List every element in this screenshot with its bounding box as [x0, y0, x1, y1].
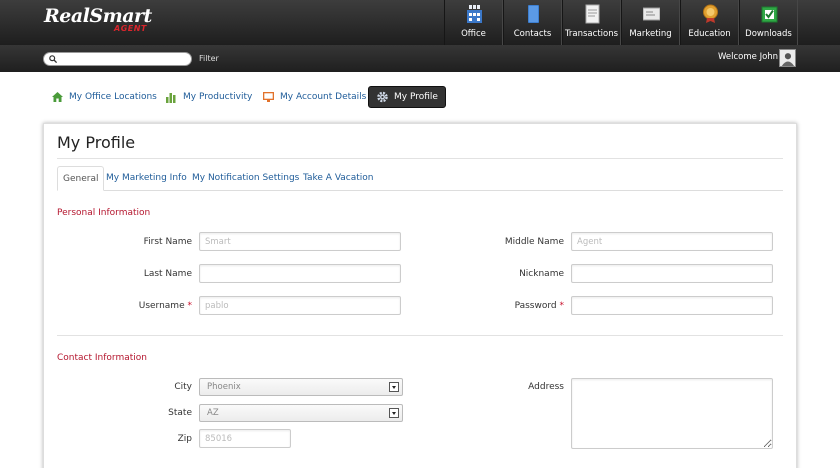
state-select-value: AZ — [207, 408, 219, 418]
search-bar: Filter Welcome John — [0, 45, 840, 72]
subnav-office-locations[interactable]: My Office Locations — [51, 86, 157, 108]
monitor-icon — [263, 92, 274, 102]
nickname-label: Nickname — [519, 269, 564, 279]
house-icon — [52, 92, 63, 102]
city-label: City — [174, 382, 192, 392]
zip-field[interactable] — [199, 429, 291, 448]
chevron-down-icon — [389, 408, 399, 418]
profile-tabs: General My Marketing Info My Notificatio… — [57, 166, 783, 191]
subnav-account-details-label: My Account Details — [280, 92, 367, 102]
state-label: State — [168, 408, 192, 418]
main-nav: Office Contacts Transactions Marketing E… — [444, 0, 798, 45]
state-select[interactable]: AZ — [199, 404, 403, 422]
username-field[interactable] — [199, 296, 401, 315]
first-name-label: First Name — [143, 237, 192, 247]
title-divider — [57, 158, 783, 159]
nav-education[interactable]: Education — [680, 0, 739, 45]
tab-take-a-vacation[interactable]: Take A Vacation — [303, 166, 374, 191]
subnav-my-profile-label: My Profile — [394, 92, 438, 102]
password-field[interactable] — [571, 296, 773, 315]
logo-text: RealSmart — [44, 5, 152, 27]
search-icon — [49, 55, 57, 63]
address-label: Address — [528, 382, 564, 392]
required-marker: * — [559, 301, 565, 311]
subnav-productivity-label: My Productivity — [183, 92, 253, 102]
app-logo[interactable]: RealSmart AGENT — [44, 5, 152, 33]
nav-transactions[interactable]: Transactions — [562, 0, 621, 45]
nickname-field[interactable] — [571, 264, 773, 283]
profile-card: My Profile General My Marketing Info My … — [43, 123, 797, 468]
city-select[interactable]: Phoenix — [199, 378, 403, 396]
last-name-label: Last Name — [143, 269, 192, 279]
subnav-account-details[interactable]: My Account Details — [262, 86, 366, 108]
subnav-productivity[interactable]: My Productivity — [165, 86, 252, 108]
middle-name-label: Middle Name — [504, 237, 564, 247]
downloads-icon — [761, 6, 778, 23]
nav-contacts[interactable]: Contacts — [503, 0, 562, 45]
page-title: My Profile — [57, 133, 136, 152]
nav-education-label: Education — [688, 29, 731, 39]
subnav-my-profile[interactable]: My Profile — [368, 86, 446, 108]
chevron-down-icon — [389, 382, 399, 392]
tab-notification-settings[interactable]: My Notification Settings — [192, 166, 299, 191]
marketing-icon — [643, 7, 660, 21]
welcome-text: Welcome John — [718, 52, 779, 62]
office-icon — [467, 5, 482, 23]
nav-office[interactable]: Office — [444, 0, 503, 45]
subnav-office-locations-label: My Office Locations — [69, 92, 157, 102]
contacts-icon — [528, 5, 539, 23]
nav-marketing-label: Marketing — [629, 29, 672, 39]
search-input[interactable] — [43, 52, 192, 66]
nav-downloads-label: Downloads — [745, 29, 792, 39]
section-divider — [57, 335, 783, 336]
username-label: Username * — [138, 301, 193, 311]
contact-information-heading: Contact Information — [57, 353, 147, 363]
address-field[interactable] — [571, 378, 773, 449]
gear-icon — [377, 91, 388, 103]
first-name-field[interactable] — [199, 232, 401, 251]
required-marker: * — [187, 301, 193, 311]
bar-chart-icon — [166, 93, 176, 103]
logo-subtext: AGENT — [114, 24, 147, 33]
nav-office-label: Office — [461, 29, 486, 39]
top-header: RealSmart AGENT Office Contacts Transact… — [0, 0, 840, 45]
nav-downloads[interactable]: Downloads — [739, 0, 798, 45]
tab-general[interactable]: General — [57, 166, 105, 191]
personal-information-heading: Personal Information — [57, 208, 151, 218]
middle-name-field[interactable] — [571, 232, 773, 251]
nav-contacts-label: Contacts — [513, 29, 552, 39]
nav-marketing[interactable]: Marketing — [621, 0, 680, 45]
education-icon — [703, 4, 718, 23]
zip-label: Zip — [177, 434, 192, 444]
password-label: Password * — [514, 301, 565, 311]
nav-transactions-label: Transactions — [564, 29, 619, 39]
avatar[interactable] — [779, 49, 796, 67]
filter-link[interactable]: Filter — [199, 54, 219, 63]
city-select-value: Phoenix — [207, 382, 241, 392]
transactions-icon — [585, 4, 600, 24]
last-name-field[interactable] — [199, 264, 401, 283]
tab-marketing-info[interactable]: My Marketing Info — [106, 166, 187, 191]
